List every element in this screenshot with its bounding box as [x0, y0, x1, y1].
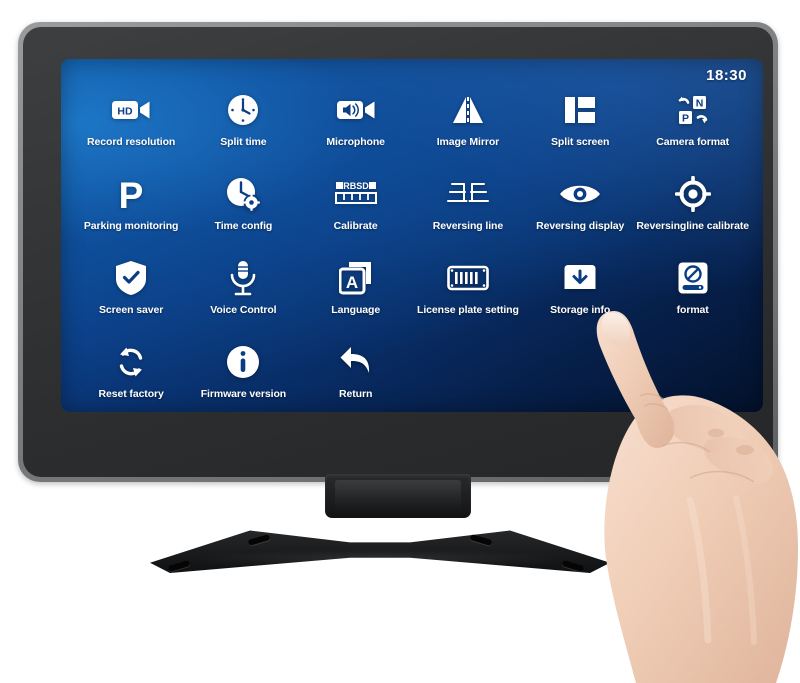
menu-item-label: Time config: [214, 220, 273, 232]
menu-item-split-time[interactable]: Split time: [187, 87, 299, 165]
product-photo-scene: 18:30 HD Record resolution Split time Mi…: [0, 0, 800, 683]
menu-item-microphone-record[interactable]: Microphone: [300, 87, 412, 165]
svg-text:A: A: [346, 273, 358, 292]
language-a-icon: A: [329, 255, 383, 301]
menu-item-image-mirror[interactable]: Image Mirror: [412, 87, 524, 165]
menu-item-label: Camera format: [656, 136, 730, 148]
menu-item-parking-monitoring[interactable]: P Parking monitoring: [75, 171, 187, 249]
parking-p-icon: P: [104, 171, 158, 217]
menu-item-reversingline-calibrate[interactable]: Reversingline calibrate: [636, 171, 749, 249]
storage-download-icon: [553, 255, 607, 301]
menu-item-label: Reset factory: [98, 388, 164, 400]
menu-item-return[interactable]: Return: [300, 339, 412, 412]
clock-icon: [216, 87, 270, 133]
svg-text:RBSD: RBSD: [343, 181, 369, 191]
menu-item-label: Image Mirror: [436, 136, 500, 148]
menu-item-label: Reversing display: [536, 220, 625, 232]
menu-item-reversing-line[interactable]: Reversing line: [412, 171, 524, 249]
info-circle-icon: [216, 339, 270, 385]
disk-forbidden-icon: [666, 255, 720, 301]
menu-item-license-plate-setting[interactable]: License plate setting: [412, 255, 524, 333]
menu-item-label: Calibrate: [333, 220, 378, 232]
menu-item-language[interactable]: A Language: [300, 255, 412, 333]
license-plate-icon: [441, 255, 495, 301]
menu-item-time-config[interactable]: Time config: [187, 171, 299, 249]
menu-item-label: Voice Control: [210, 304, 277, 316]
np-format-icon: N P: [666, 87, 720, 133]
svg-text:HD: HD: [118, 105, 134, 117]
menu-item-label: Return: [339, 388, 373, 400]
svg-text:N: N: [695, 98, 703, 110]
menu-item-record-resolution[interactable]: HD Record resolution: [75, 87, 187, 165]
menu-item-label: Reversingline calibrate: [636, 220, 749, 232]
hd-camcorder-icon: HD: [104, 87, 158, 133]
rbsd-ruler-icon: RBSD: [329, 171, 383, 217]
status-bar-clock: 18:30: [706, 67, 747, 84]
svg-text:P: P: [119, 176, 144, 212]
crosshair-icon: [666, 171, 720, 217]
eye-icon: [553, 171, 607, 217]
menu-item-label: License plate setting: [417, 304, 519, 316]
menu-item-calibrate[interactable]: RBSD Calibrate: [300, 171, 412, 249]
clock-gear-icon: [216, 171, 270, 217]
menu-item-voice-control[interactable]: Voice Control: [187, 255, 299, 333]
split-screen-icon: [553, 87, 607, 133]
stand-base-highlight: [190, 554, 570, 565]
menu-item-split-screen[interactable]: Split screen: [524, 87, 636, 165]
audio-camcorder-icon: [329, 87, 383, 133]
shield-check-icon: [104, 255, 158, 301]
menu-item-screen-saver[interactable]: Screen saver: [75, 255, 187, 333]
menu-item-reset-factory[interactable]: Reset factory: [75, 339, 187, 412]
menu-item-label: Record resolution: [87, 136, 176, 148]
menu-item-label: Reversing line: [432, 220, 504, 232]
microphone-icon: [216, 255, 270, 301]
menu-item-label: Firmware version: [200, 388, 287, 400]
menu-item-label: Parking monitoring: [83, 220, 179, 232]
image-mirror-icon: [441, 87, 495, 133]
back-arrow-icon: [329, 339, 383, 385]
menu-item-reversing-display[interactable]: Reversing display: [524, 171, 636, 249]
pointing-hand: [540, 300, 800, 683]
menu-item-label: Split time: [220, 136, 267, 148]
menu-item-label: Split screen: [551, 136, 610, 148]
menu-item-label: Screen saver: [99, 304, 164, 316]
refresh-cycle-icon: [104, 339, 158, 385]
menu-item-camera-format[interactable]: N P Camera format: [636, 87, 749, 165]
menu-item-firmware-version[interactable]: Firmware version: [187, 339, 299, 412]
svg-text:P: P: [682, 113, 689, 125]
menu-item-label: Language: [331, 304, 381, 316]
menu-item-label: Microphone: [326, 136, 385, 148]
reversing-line-icon: [441, 171, 495, 217]
